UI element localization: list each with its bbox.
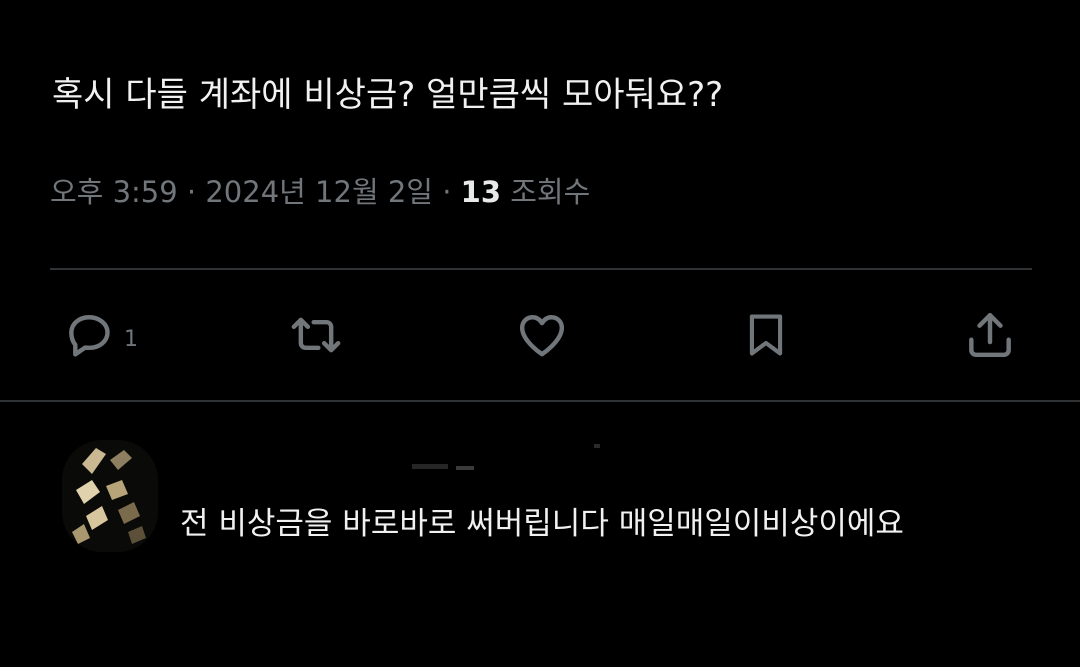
action-bar: 1 [0,300,1080,370]
bookmark-icon [749,314,783,356]
divider [50,268,1032,270]
retweet-icon [291,317,341,353]
tweet-meta: 오후 3:59 · 2024년 12월 2일 · 13 조회수 [50,172,590,212]
heart-icon [519,315,565,357]
avatar[interactable] [62,440,158,552]
view-count: 13 [460,175,502,209]
reply-text: 전 비상금을 바로바로 써버립니다 매일매일이비상이에요 [180,506,904,542]
divider [0,400,1080,402]
share-icon [969,312,1011,358]
view-label: 조회수 [501,175,591,209]
reply-button[interactable]: 1 [62,300,138,370]
tweet-text: 혹시 다들 계좌에 비상금? 얼만큼씩 모아둬요?? [52,75,724,115]
retweet-button[interactable] [286,300,346,370]
bookmark-button[interactable] [740,300,792,370]
reply-count: 1 [124,326,138,352]
comment-icon [69,315,110,357]
share-button[interactable] [962,300,1018,370]
like-button[interactable] [514,300,570,370]
reply-author-redacted [412,444,600,470]
tweet-timestamp: 오후 3:59 · 2024년 12월 2일 · [50,175,461,209]
